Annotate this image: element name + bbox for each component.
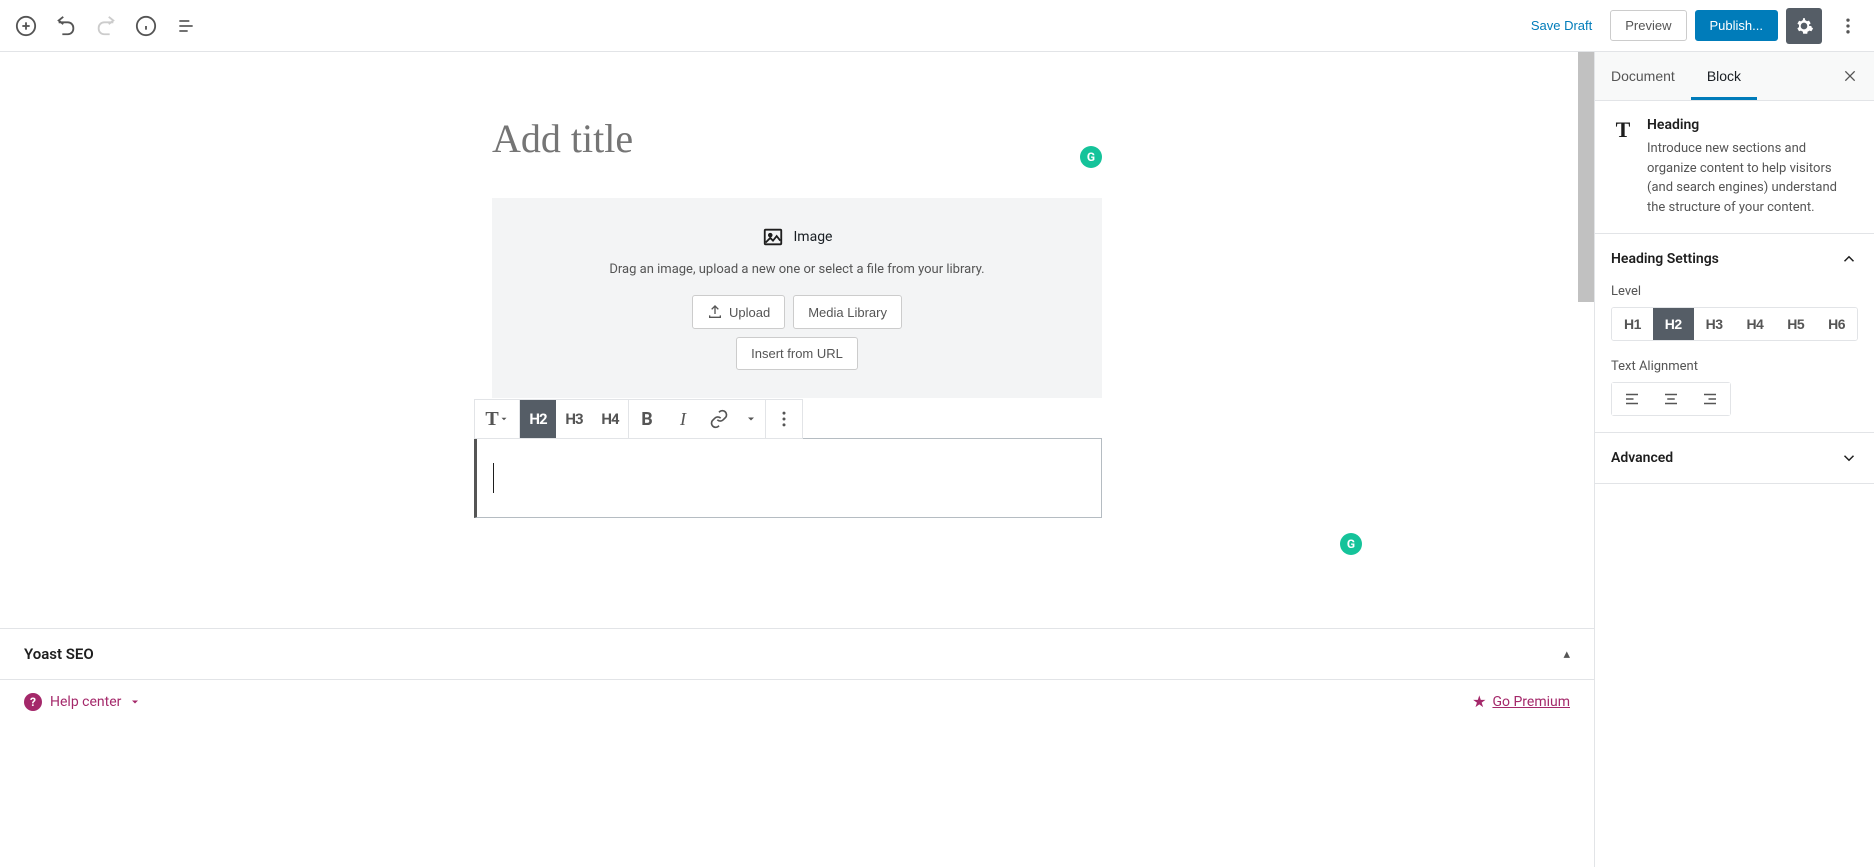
go-premium-link[interactable]: Go Premium (1492, 694, 1570, 710)
go-premium: ★ Go Premium (1472, 692, 1570, 711)
text-alignment-group (1611, 382, 1731, 416)
italic-button[interactable]: I (665, 400, 701, 438)
gear-icon (1794, 16, 1814, 36)
text-alignment-label: Text Alignment (1611, 359, 1858, 374)
media-library-button[interactable]: Media Library (793, 295, 902, 329)
sidebar-tabs: Document Block (1595, 52, 1874, 101)
advanced-panel-header[interactable]: Advanced (1595, 433, 1874, 483)
image-icon (762, 226, 784, 248)
align-center-icon (1662, 390, 1680, 408)
settings-toggle-button[interactable] (1786, 8, 1822, 44)
block-card-description: Introduce new sections and organize cont… (1647, 139, 1858, 217)
yoast-panel-header[interactable]: Yoast SEO ▴ (0, 629, 1594, 680)
chevron-down-icon (129, 696, 141, 708)
toolbar-h2-button[interactable]: H2 (520, 400, 556, 438)
plus-circle-icon (15, 15, 37, 37)
more-vertical-icon (1838, 16, 1858, 36)
top-toolbar: Save Draft Preview Publish... (0, 0, 1874, 52)
level-h2-button[interactable]: H2 (1653, 308, 1694, 340)
chevron-down-icon (1840, 449, 1858, 467)
redo-icon (95, 15, 117, 37)
heading-block[interactable]: T H2 H3 H4 B I (474, 398, 1102, 518)
level-h6-button[interactable]: H6 (1816, 308, 1857, 340)
heading-settings-title: Heading Settings (1611, 251, 1719, 267)
align-center-button[interactable] (1651, 383, 1690, 415)
heading-block-icon: T (1611, 117, 1635, 217)
bold-button[interactable]: B (629, 400, 665, 438)
block-more-options-button[interactable] (766, 400, 802, 438)
toolbar-h4-button[interactable]: H4 (592, 400, 628, 438)
advanced-title: Advanced (1611, 450, 1673, 466)
caret-up-icon: ▴ (1563, 647, 1570, 662)
add-block-button[interactable] (8, 8, 44, 44)
chevron-up-icon (1840, 250, 1858, 268)
text-cursor (493, 463, 494, 493)
text-type-icon: T (485, 408, 498, 431)
post-title-input[interactable] (492, 107, 1080, 174)
upload-button[interactable]: Upload (692, 295, 785, 329)
settings-sidebar: Document Block T Heading Introduce new s… (1594, 52, 1874, 867)
heading-input[interactable] (474, 438, 1102, 518)
question-icon: ? (24, 693, 42, 711)
top-toolbar-right: Save Draft Preview Publish... (1521, 8, 1866, 44)
scrollbar[interactable] (1578, 52, 1594, 302)
yoast-title: Yoast SEO (24, 645, 94, 663)
star-icon: ★ (1472, 692, 1486, 711)
close-sidebar-button[interactable] (1826, 52, 1874, 100)
info-icon (135, 15, 157, 37)
block-toolbar: T H2 H3 H4 B I (474, 399, 803, 439)
heading-settings-header[interactable]: Heading Settings (1595, 234, 1874, 284)
block-card-title: Heading (1647, 117, 1858, 133)
help-center-button[interactable]: ? Help center (24, 693, 141, 711)
link-icon (709, 409, 729, 429)
image-block-label: Image (794, 229, 833, 245)
chevron-down-icon (499, 414, 509, 424)
outline-button[interactable] (168, 8, 204, 44)
preview-button[interactable]: Preview (1610, 10, 1686, 41)
align-right-button[interactable] (1691, 383, 1730, 415)
info-button[interactable] (128, 8, 164, 44)
grammarly-badge[interactable]: G (1080, 146, 1102, 168)
more-vertical-icon (774, 409, 794, 429)
upload-icon (707, 304, 723, 320)
tab-document[interactable]: Document (1595, 52, 1691, 100)
image-block-placeholder[interactable]: Image Drag an image, upload a new one or… (492, 198, 1102, 398)
change-block-type-button[interactable]: T (475, 400, 519, 438)
level-label: Level (1611, 284, 1858, 299)
align-right-icon (1701, 390, 1719, 408)
redo-button[interactable] (88, 8, 124, 44)
help-center-label: Help center (50, 694, 121, 710)
link-button[interactable] (701, 400, 737, 438)
image-block-description: Drag an image, upload a new one or selec… (512, 262, 1082, 277)
insert-from-url-button[interactable]: Insert from URL (736, 337, 858, 370)
heading-level-group: H1 H2 H3 H4 H5 H6 (1611, 307, 1858, 341)
more-rich-text-button[interactable] (737, 400, 765, 438)
align-left-icon (1623, 390, 1641, 408)
close-icon (1842, 68, 1858, 84)
align-left-button[interactable] (1612, 383, 1651, 415)
grammarly-badge-secondary[interactable]: G (1340, 533, 1362, 555)
top-toolbar-left (8, 8, 204, 44)
editor-canvas[interactable]: G Image Drag an image, upload a new one … (0, 52, 1594, 867)
level-h3-button[interactable]: H3 (1694, 308, 1735, 340)
toolbar-h3-button[interactable]: H3 (556, 400, 592, 438)
level-h1-button[interactable]: H1 (1612, 308, 1653, 340)
chevron-down-icon (745, 413, 757, 425)
upload-button-label: Upload (729, 305, 770, 320)
level-h4-button[interactable]: H4 (1734, 308, 1775, 340)
list-icon (176, 16, 196, 36)
publish-button[interactable]: Publish... (1695, 10, 1778, 41)
save-draft-button[interactable]: Save Draft (1521, 10, 1602, 41)
block-card: T Heading Introduce new sections and org… (1611, 117, 1858, 217)
undo-icon (55, 15, 77, 37)
tab-block[interactable]: Block (1691, 52, 1757, 100)
level-h5-button[interactable]: H5 (1775, 308, 1816, 340)
more-menu-button[interactable] (1830, 8, 1866, 44)
yoast-seo-panel: Yoast SEO ▴ ? Help center ★ Go Premium (0, 628, 1594, 723)
undo-button[interactable] (48, 8, 84, 44)
